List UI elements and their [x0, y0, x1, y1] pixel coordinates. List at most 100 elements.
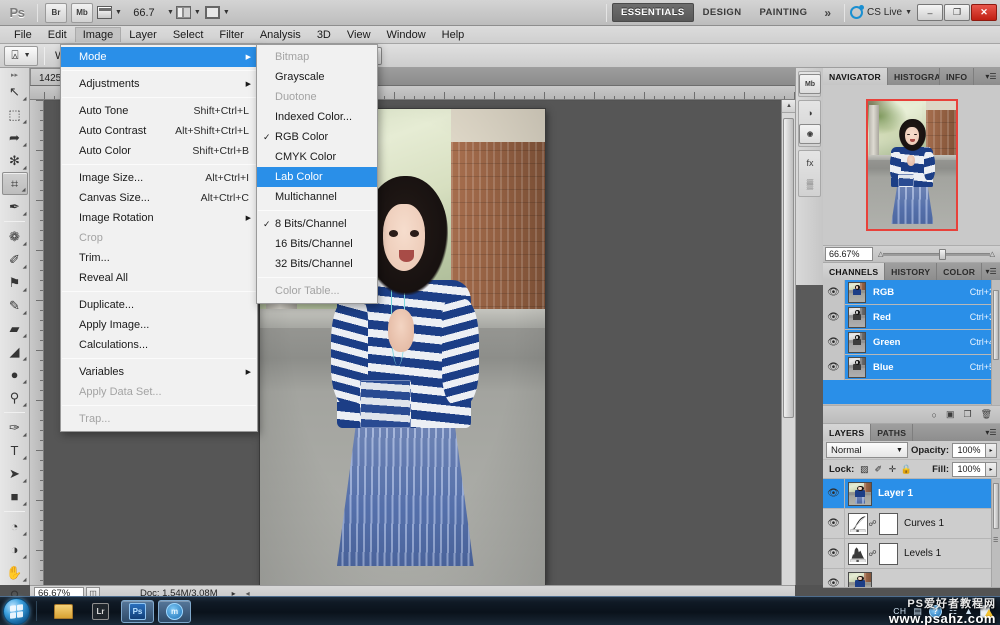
styles-icon[interactable]: fx: [799, 153, 821, 173]
show-hidden-icons-icon[interactable]: ▲: [964, 606, 973, 616]
tab-histogram[interactable]: HISTOGRAM: [888, 68, 940, 85]
cs-live-chevron-down-icon[interactable]: ▼: [905, 9, 912, 16]
image-menu-item-auto-color[interactable]: Auto ColorShift+Ctrl+B: [61, 141, 257, 161]
fill-stepper[interactable]: ▸: [986, 462, 997, 477]
help-icon[interactable]: ?: [929, 605, 942, 618]
menu-edit[interactable]: Edit: [40, 27, 75, 43]
image-menu-item-auto-tone[interactable]: Auto ToneShift+Ctrl+L: [61, 101, 257, 121]
network-icon[interactable]: ☷: [949, 606, 957, 617]
crop-tool-icon[interactable]: ⍓▼: [4, 46, 38, 66]
layer-visibility-eye-icon[interactable]: 👁: [823, 569, 845, 588]
layer-row[interactable]: 👁Layer 1: [823, 479, 1000, 509]
navigator-slider-track[interactable]: [883, 253, 989, 256]
navigator-panel-menu-icon[interactable]: ▾☰: [982, 68, 1000, 85]
layer-visibility-eye-icon[interactable]: 👁: [823, 539, 845, 569]
mode-submenu-item-indexed-color[interactable]: Indexed Color...: [257, 107, 377, 127]
channel-row[interactable]: 👁GreenCtrl+4: [823, 330, 1000, 355]
arrange-documents-icon[interactable]: ▼: [176, 3, 201, 23]
view-extras-icon[interactable]: ▼: [97, 3, 122, 23]
channel-row[interactable]: 👁BlueCtrl+5: [823, 355, 1000, 380]
eyedropper-tool-icon[interactable]: ✒◢: [2, 195, 28, 218]
clone-stamp-tool-icon[interactable]: ⚑◢: [2, 271, 28, 294]
navigator-zoom-slider[interactable]: △ △: [878, 247, 995, 261]
taskbar-browser-button[interactable]: m: [158, 600, 191, 623]
mode-submenu-item-cmyk-color[interactable]: CMYK Color: [257, 147, 377, 167]
history-brush-tool-icon[interactable]: ✎◢: [2, 294, 28, 317]
hand-tool-icon[interactable]: ✋◢: [2, 561, 28, 584]
dodge-tool-icon[interactable]: ⚲◢: [2, 386, 28, 409]
menu-view[interactable]: View: [339, 27, 379, 43]
canvas-vertical-scrollbar[interactable]: ▲: [781, 100, 795, 585]
image-menu-item-image-size[interactable]: Image Size...Alt+Ctrl+I: [61, 168, 257, 188]
mode-submenu-item-16-bits-channel[interactable]: 16 Bits/Channel: [257, 234, 377, 254]
image-menu-item-image-rotation[interactable]: Image Rotation▶: [61, 208, 257, 228]
image-menu-item-mode[interactable]: Mode▶: [61, 47, 257, 67]
ime-toolbar-icon[interactable]: ▤: [913, 606, 922, 617]
mode-submenu-item-multichannel[interactable]: Multichannel: [257, 187, 377, 207]
layers-scrollbar[interactable]: ☰: [991, 479, 1000, 587]
scroll-up-arrow-icon[interactable]: ▲: [782, 100, 795, 113]
workspace-tab-design[interactable]: DESIGN: [694, 3, 751, 22]
create-new-channel-icon[interactable]: ❐: [963, 409, 971, 420]
menu-3d[interactable]: 3D: [309, 27, 339, 43]
tab-layers[interactable]: LAYERS: [823, 424, 871, 441]
zoom-level-value[interactable]: 66.7: [124, 7, 164, 19]
layer-mask-thumbnail[interactable]: [879, 513, 898, 535]
image-menu-item-auto-contrast[interactable]: Auto ContrastAlt+Shift+Ctrl+L: [61, 121, 257, 141]
image-menu-item-trim[interactable]: Trim...: [61, 248, 257, 268]
lock-transparent-pixels-icon[interactable]: ▨: [857, 462, 871, 476]
fill-input[interactable]: 100%: [952, 462, 986, 477]
type-tool-icon[interactable]: T◢: [2, 439, 28, 462]
quick-selection-tool-icon[interactable]: ✻◢: [2, 149, 28, 172]
layers-scroll-thumb[interactable]: [993, 483, 999, 529]
zoom-dropdown-chevron-down-icon[interactable]: ▼: [167, 9, 174, 16]
channels-scrollbar[interactable]: [991, 280, 1000, 405]
navigator-preview[interactable]: [823, 85, 1000, 245]
navigator-zoom-input[interactable]: 66.67%: [825, 247, 873, 261]
layers-panel-menu-icon[interactable]: ▾☰: [982, 424, 1000, 441]
save-selection-as-channel-icon[interactable]: ▣: [946, 409, 955, 420]
tab-channels[interactable]: CHANNELS: [823, 263, 885, 280]
menu-layer[interactable]: Layer: [121, 27, 165, 43]
opacity-input[interactable]: 100%: [952, 443, 986, 458]
path-selection-tool-icon[interactable]: ➤◢: [2, 462, 28, 485]
image-menu-item-adjustments[interactable]: Adjustments▶: [61, 74, 257, 94]
mode-submenu[interactable]: BitmapGrayscaleDuotoneIndexed Color...✓R…: [256, 44, 378, 304]
minimize-button[interactable]: –: [917, 4, 943, 21]
tab-paths[interactable]: PATHS: [871, 424, 913, 441]
mode-submenu-item-8-bits-channel[interactable]: ✓8 Bits/Channel: [257, 214, 377, 234]
layer-row[interactable]: 👁☍Levels 1: [823, 539, 1000, 569]
menu-analysis[interactable]: Analysis: [252, 27, 309, 43]
blend-mode-select[interactable]: Normal ▼: [826, 442, 908, 458]
tab-color[interactable]: COLOR: [937, 263, 982, 280]
image-menu-item-apply-image[interactable]: Apply Image...: [61, 315, 257, 335]
tab-history[interactable]: HISTORY: [885, 263, 937, 280]
lock-all-icon[interactable]: 🔒: [899, 462, 913, 476]
workspace-tab-painting[interactable]: PAINTING: [750, 3, 816, 22]
layer-row[interactable]: 👁: [823, 569, 1000, 587]
adjustments-icon[interactable]: ◑: [799, 103, 821, 123]
launch-bridge-button[interactable]: Br: [45, 3, 67, 23]
layer-visibility-eye-icon[interactable]: 👁: [823, 479, 845, 509]
taskbar-file-explorer-button[interactable]: [47, 600, 80, 623]
tools-panel-collapse-handle[interactable]: ▸▸: [0, 70, 29, 80]
menu-filter[interactable]: Filter: [211, 27, 251, 43]
menu-file[interactable]: File: [6, 27, 40, 43]
mode-submenu-item-grayscale[interactable]: Grayscale: [257, 67, 377, 87]
move-tool-icon[interactable]: ↖◢: [2, 80, 28, 103]
vertical-scroll-thumb[interactable]: [783, 118, 794, 418]
channel-visibility-eye-icon[interactable]: 👁: [823, 280, 845, 305]
zoom-in-icon[interactable]: △: [990, 250, 995, 258]
spot-healing-brush-tool-icon[interactable]: ❁◢: [2, 225, 28, 248]
opacity-stepper[interactable]: ▸: [986, 443, 997, 458]
layer-row[interactable]: 👁☍Curves 1: [823, 509, 1000, 539]
lock-image-pixels-icon[interactable]: ✐: [871, 462, 885, 476]
image-menu-item-calculations[interactable]: Calculations...: [61, 335, 257, 355]
navigator-slider-thumb[interactable]: [939, 249, 946, 260]
channel-visibility-eye-icon[interactable]: 👁: [823, 355, 845, 380]
taskbar-photoshop-button[interactable]: Ps: [121, 600, 154, 623]
rectangle-tool-icon[interactable]: ■◢: [2, 485, 28, 508]
channels-scroll-thumb[interactable]: [993, 290, 999, 360]
menu-image[interactable]: Image: [75, 27, 122, 42]
mode-submenu-item-32-bits-channel[interactable]: 32 Bits/Channel: [257, 254, 377, 274]
